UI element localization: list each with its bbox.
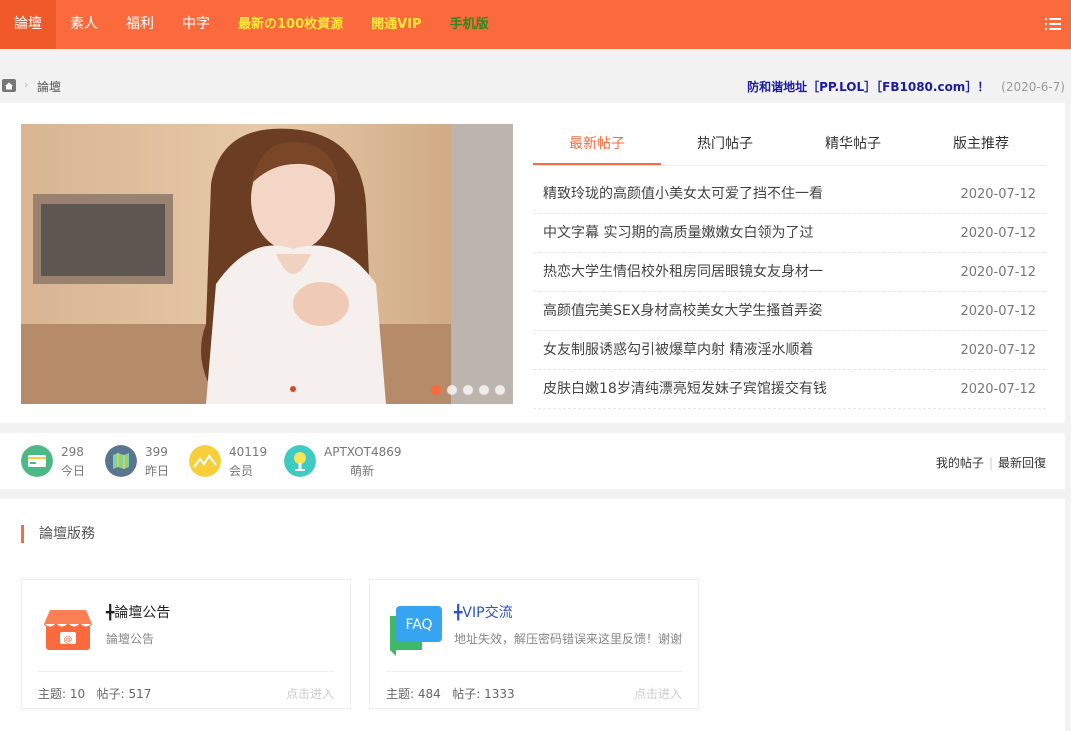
slider-dot[interactable] [431,385,441,395]
list-item[interactable]: 中文字幕 实习期的高质量嫩嫩女白领为了过 2020-07-12 [533,214,1046,253]
svg-text:FAQ: FAQ [405,617,432,633]
card-posts: 帖子: 1333 [452,687,515,701]
microphone-icon [284,445,316,477]
nav-item-chinese-sub[interactable]: 中字 [168,0,224,49]
post-title[interactable]: 高颜值完美SEX身材高校美女大学生搔首弄姿 [543,292,822,330]
card-enter-link[interactable]: 点击进入 [286,685,334,702]
notice-date: (2020-6-7) [1001,80,1065,94]
list-item[interactable]: 高颜值完美SEX身材高校美女大学生搔首弄姿 2020-07-12 [533,292,1046,331]
card-footer: 主题: 10 帖子: 517 点击进入 [38,671,334,702]
slider-dots [431,385,505,395]
card-footer: 主题: 484 帖子: 1333 点击进入 [386,671,682,702]
card-topics: 主题: 10 [38,687,86,701]
shop-icon: @ [43,610,93,650]
slide-photo [21,124,513,404]
slider-image[interactable] [21,124,513,404]
stats-bar: 298 今日 399 昨日 40119 会员 APTXOT4869 萌新 我的帖… [0,433,1065,489]
forum-card-announcement[interactable]: @ ╋論壇公告 論壇公告 主题: 10 帖子: 517 点击进入 [21,579,351,709]
svg-text:@: @ [64,635,73,645]
list-item[interactable]: 热恋大学生情侣校外租房同居眼镜女友身材一 2020-07-12 [533,253,1046,292]
top-nav: 論壇 素人 福利 中字 最新の100枚資源 開通VIP 手机版 [0,0,1071,49]
slider-dot[interactable] [447,385,457,395]
forum-section: 論壇版務 @ ╋論壇公告 論壇公告 主题: 10 帖子: 517 点击进入 FA… [0,499,1065,731]
post-date: 2020-07-12 [960,382,1036,397]
nav-item-welfare[interactable]: 福利 [112,0,168,49]
tab-latest[interactable]: 最新帖子 [533,124,661,165]
card-title[interactable]: ╋論壇公告 [106,602,170,622]
card-enter-link[interactable]: 点击进入 [634,685,682,702]
tab-moderator-pick[interactable]: 版主推荐 [917,124,1045,165]
list-item[interactable]: 精致玲珑的高颜值小美女太可爱了挡不住一看 2020-07-12 [533,175,1046,214]
breadcrumb: › 論壇 防和谐地址［PP.LOL］［FB1080.com］！ (2020-6-… [0,76,1071,96]
hero-panel: 最新帖子 热门帖子 精华帖子 版主推荐 精致玲珑的高颜值小美女太可爱了挡不住一看… [0,103,1065,423]
post-date: 2020-07-12 [960,265,1036,280]
post-date: 2020-07-12 [960,226,1036,241]
stat-links: 我的帖子 | 最新回復 [936,454,1046,471]
stat-value[interactable]: APTXOT4869 [324,445,402,459]
link-separator: | [988,456,993,470]
forum-card-vip[interactable]: FAQ ╋VIP交流 地址失效，解压密码错误来这里反馈！谢谢 主题: 484 帖… [369,579,699,709]
post-date: 2020-07-12 [960,343,1036,358]
list-item[interactable]: 皮肤白嫩18岁清纯漂亮短发妹子宾馆援交有钱 2020-07-12 [533,370,1046,409]
stat-label: 萌新 [350,464,375,478]
chart-icon [189,445,221,477]
stat-value: 298 [61,445,84,459]
tab-featured[interactable]: 精华帖子 [789,124,917,165]
today-card-icon [21,445,53,477]
post-title[interactable]: 女友制服诱惑勾引被爆草内射 精液淫水顺着 [543,331,813,369]
tab-hot[interactable]: 热门帖子 [661,124,789,165]
map-icon [105,445,137,477]
nav-item-vip[interactable]: 開通VIP [357,0,435,49]
slider-dot[interactable] [495,385,505,395]
nav-item-forum[interactable]: 論壇 [0,0,56,49]
nav-item-mobile[interactable]: 手机版 [436,0,503,49]
stat-label: 昨日 [145,464,170,478]
notice-text[interactable]: 防和谐地址［PP.LOL］［FB1080.com］！ [747,80,989,94]
card-desc: 論壇公告 [106,632,155,646]
stat-label: 会员 [229,464,254,478]
post-title[interactable]: 皮肤白嫩18岁清纯漂亮短发妹子宾馆援交有钱 [543,370,827,408]
card-desc: 地址失效，解压密码错误来这里反馈！谢谢 [454,632,683,646]
list-item[interactable]: 女友制服诱惑勾引被爆草内射 精液淫水顺着 2020-07-12 [533,331,1046,370]
home-icon[interactable] [2,79,16,92]
card-posts: 帖子: 517 [96,687,152,701]
slider-dot[interactable] [463,385,473,395]
faq-icon: FAQ [390,606,442,656]
post-list: 精致玲珑的高颜值小美女太可爱了挡不住一看 2020-07-12 中文字幕 实习期… [533,175,1046,409]
post-tabs: 最新帖子 热门帖子 精华帖子 版主推荐 [533,124,1046,166]
list-icon[interactable] [1045,16,1061,32]
slider-dot[interactable] [479,385,489,395]
nav-item-latest-100[interactable]: 最新の100枚資源 [224,0,357,49]
notice: 防和谐地址［PP.LOL］［FB1080.com］！ (2020-6-7) [747,78,1065,95]
stat-value: 399 [145,445,168,459]
stat-label: 今日 [61,464,86,478]
breadcrumb-current[interactable]: 論壇 [37,78,61,95]
post-title[interactable]: 精致玲珑的高颜值小美女太可爱了挡不住一看 [543,175,823,213]
post-date: 2020-07-12 [960,304,1036,319]
post-title[interactable]: 热恋大学生情侣校外租房同居眼镜女友身材一 [543,253,823,291]
breadcrumb-separator: › [24,78,29,91]
card-topics: 主题: 484 [386,687,441,701]
stat-value: 40119 [229,445,268,459]
post-date: 2020-07-12 [960,187,1036,202]
latest-replies-link[interactable]: 最新回復 [998,456,1046,470]
section-title: 論壇版務 [21,525,95,543]
card-title[interactable]: ╋VIP交流 [454,602,513,622]
my-posts-link[interactable]: 我的帖子 [936,456,984,470]
post-title[interactable]: 中文字幕 实习期的高质量嫩嫩女白领为了过 [543,214,813,252]
nav-item-amateur[interactable]: 素人 [56,0,112,49]
